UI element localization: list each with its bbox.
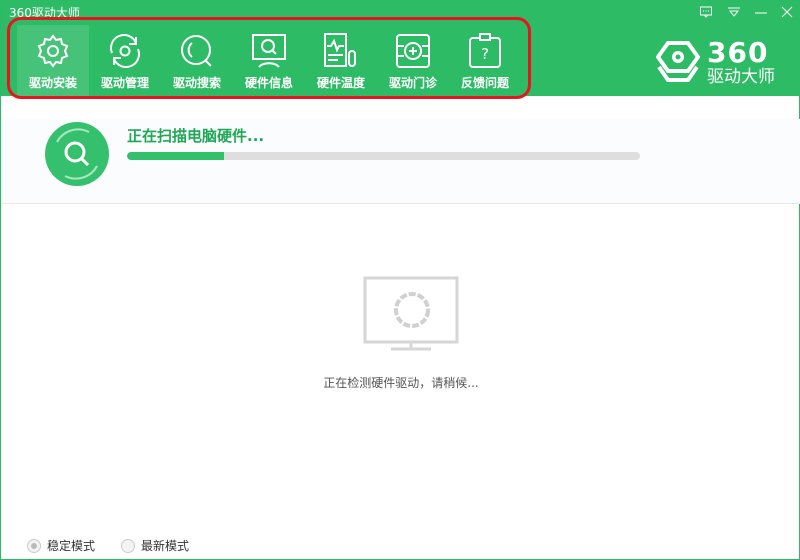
logo-icon <box>656 41 700 82</box>
nav-item-hardware-temp[interactable]: 硬件温度 <box>305 25 377 96</box>
mode-stable-radio[interactable]: 稳定模式 <box>27 537 95 554</box>
radio-label: 最新模式 <box>141 539 190 553</box>
refresh-icon <box>110 34 140 68</box>
scan-panel <box>2 119 800 204</box>
clinic-icon <box>396 34 430 68</box>
monitor-search-icon <box>252 34 286 68</box>
nav-item-driver-install[interactable]: 驱动安装 <box>17 25 89 96</box>
scan-progress-fill <box>127 152 225 160</box>
radio-indicator <box>27 538 41 553</box>
clipboard-question-icon: ? <box>469 33 501 68</box>
nav-item-driver-search[interactable]: 驱动搜索 <box>161 25 233 96</box>
logo-number: 360 <box>707 36 769 69</box>
mode-selector: 稳定模式 最新模式 <box>27 537 189 554</box>
scan-title: 正在扫描电脑硬件... <box>127 127 265 145</box>
close-icon[interactable] <box>779 5 795 21</box>
minimize-icon[interactable] <box>753 5 769 21</box>
monitor-loading-icon <box>363 276 459 351</box>
search-icon <box>181 35 212 67</box>
app-window: 360驱动大师 驱动安装 驱动管理 驱动搜索 硬件信息 硬件温度 驱动门诊 ? … <box>0 0 800 560</box>
feedback-icon[interactable] <box>698 5 714 21</box>
gear-icon <box>37 34 69 68</box>
svg-text:?: ? <box>481 45 489 63</box>
detect-status-text: 正在检测硬件驱动，请稍候... <box>323 376 479 390</box>
menu-icon[interactable] <box>726 5 742 21</box>
nav-item-hardware-info[interactable]: 硬件信息 <box>233 25 305 96</box>
window-title: 360驱动大师 <box>9 6 80 20</box>
main-nav: 驱动安装 驱动管理 驱动搜索 硬件信息 硬件温度 驱动门诊 ? 反馈问题 <box>17 25 521 96</box>
nav-item-driver-manage[interactable]: 驱动管理 <box>89 25 161 96</box>
thermometer-icon <box>324 33 356 67</box>
scan-search-icon <box>45 122 109 186</box>
radio-indicator <box>121 538 136 553</box>
scan-progress-bar <box>127 152 640 160</box>
logo-text: 驱动大师 <box>707 67 775 87</box>
nav-item-feedback[interactable]: ? 反馈问题 <box>449 25 521 96</box>
nav-item-driver-clinic[interactable]: 驱动门诊 <box>377 25 449 96</box>
header-bar: 360驱动大师 驱动安装 驱动管理 驱动搜索 硬件信息 硬件温度 驱动门诊 ? … <box>1 1 800 99</box>
mode-latest-radio[interactable]: 最新模式 <box>121 537 189 554</box>
radio-label: 稳定模式 <box>47 539 96 553</box>
